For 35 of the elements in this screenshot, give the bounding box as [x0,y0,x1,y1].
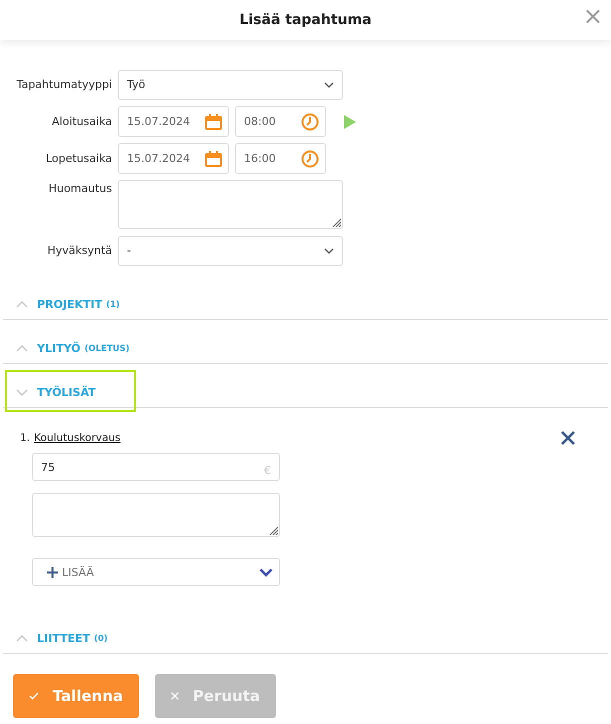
chevron-down-icon [259,568,273,576]
play-icon[interactable] [344,114,356,128]
chevron-up-icon [16,635,28,642]
select-field[interactable]: - [118,236,343,266]
field-label: Huomautus [48,181,112,195]
date-field[interactable]: 15.07.2024 [118,143,229,174]
date-field[interactable]: 15.07.2024 [118,106,229,137]
resize-grip-icon [331,217,341,227]
select-field[interactable]: Työ [118,70,343,100]
comment-field[interactable] [118,180,343,229]
plus-icon [47,566,58,578]
clock-icon [301,112,319,130]
time-field[interactable]: 16:00 [235,143,326,174]
item-number: 1. [20,432,30,444]
clock-icon [301,150,319,168]
time-field[interactable]: 08:00 [235,106,326,137]
remove-icon[interactable] [561,431,575,445]
field-label: Hyväksyntä [46,244,112,257]
chevron-up-icon [16,301,28,308]
field-label: Lopetusaika [44,152,112,165]
field-label: Tapahtumatyyppi [16,78,112,91]
chevron-down-icon [16,389,28,396]
add-dropdown[interactable]: LISÄÄ [32,558,280,586]
chevron-down-icon [324,82,334,88]
description-field[interactable] [32,493,280,537]
calendar-icon [205,114,222,130]
resize-grip-icon [268,525,278,535]
item-link[interactable]: Koulutuskorvaus [34,432,121,444]
chevron-down-icon [324,248,334,254]
chevron-up-icon [16,345,28,352]
calendar-icon [205,150,222,166]
window-title: Lisää tapahtuma [239,12,372,28]
amount-field[interactable]: 75 € [32,453,280,481]
field-label: Aloitusaika [50,115,112,128]
close-icon [171,689,179,703]
